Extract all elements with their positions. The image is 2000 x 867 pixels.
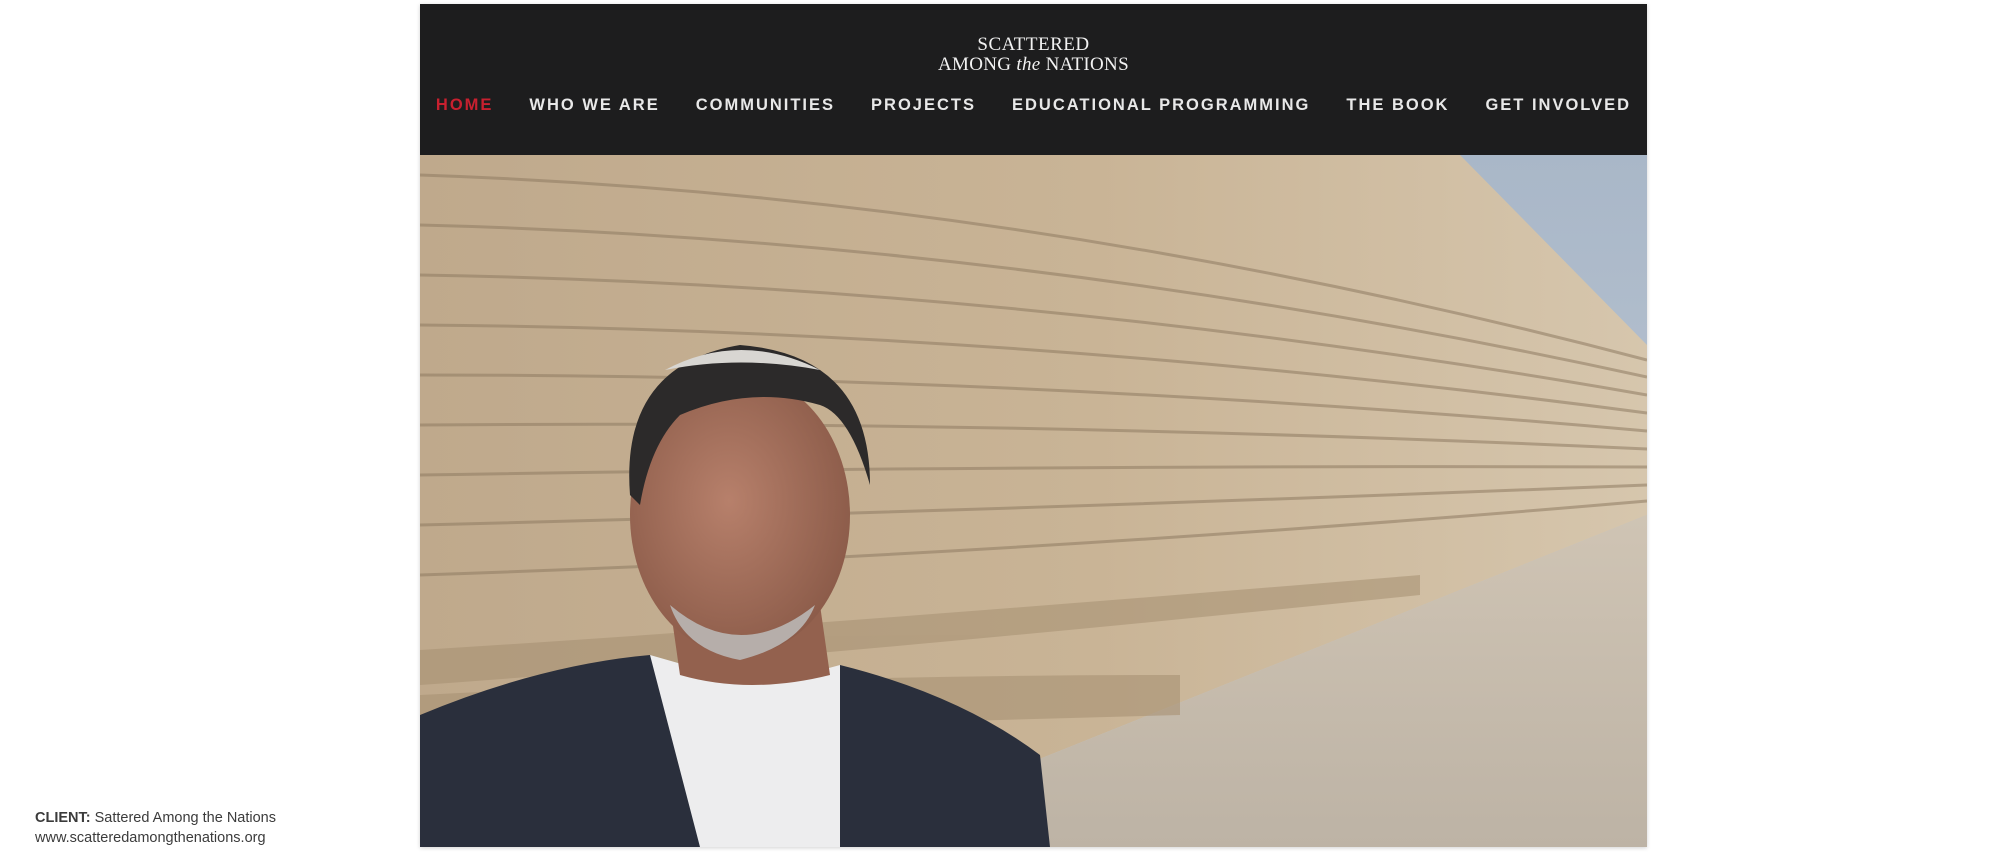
- nav-item-educational-programming[interactable]: EDUCATIONAL PROGRAMMING: [1012, 96, 1310, 115]
- client-line: CLIENT: Sattered Among the Nations: [35, 808, 276, 828]
- website-screenshot-frame: SCATTERED AMONG the NATIONS HOME WHO WE …: [420, 4, 1647, 847]
- logo-nations: NATIONS: [1045, 54, 1129, 75]
- nav-item-who-we-are[interactable]: WHO WE ARE: [529, 96, 659, 115]
- nav-item-the-book[interactable]: THE BOOK: [1346, 96, 1449, 115]
- nav-item-communities[interactable]: COMMUNITIES: [696, 96, 835, 115]
- logo-among: AMONG: [938, 54, 1012, 75]
- logo-the: the: [1016, 54, 1041, 75]
- hero-photo-illustration: [420, 155, 1647, 847]
- client-caption: CLIENT: Sattered Among the Nations www.s…: [35, 808, 276, 848]
- client-name: Sattered Among the Nations: [94, 810, 276, 826]
- nav-item-projects[interactable]: PROJECTS: [871, 96, 976, 115]
- hero-image: [420, 155, 1647, 847]
- site-logo[interactable]: SCATTERED AMONG the NATIONS: [420, 35, 1647, 74]
- logo-line-1: SCATTERED: [977, 34, 1090, 55]
- client-label: CLIENT:: [35, 810, 91, 826]
- nav-item-get-involved[interactable]: GET INVOLVED: [1485, 96, 1631, 115]
- site-header: SCATTERED AMONG the NATIONS HOME WHO WE …: [420, 4, 1647, 155]
- client-url: www.scatteredamongthenations.org: [35, 830, 266, 846]
- logo-line-2: AMONG the NATIONS: [420, 55, 1647, 74]
- nav-item-home[interactable]: HOME: [436, 96, 494, 115]
- main-navigation: HOME WHO WE ARE COMMUNITIES PROJECTS EDU…: [420, 96, 1647, 115]
